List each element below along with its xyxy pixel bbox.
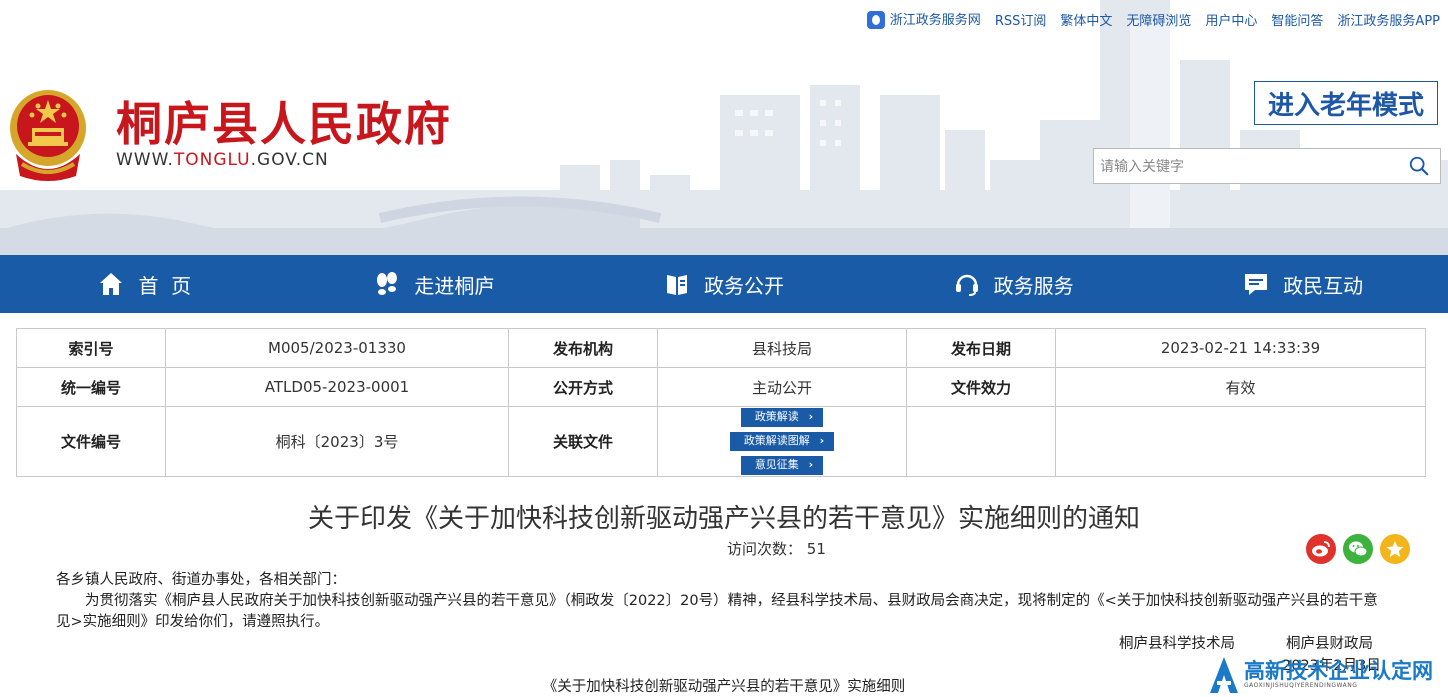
meta-value-related-files: 政策解读 政策解读图解 意见征集 bbox=[657, 406, 907, 477]
meta-key: 索引号 bbox=[16, 328, 166, 368]
zj-gov-app-link[interactable]: 浙江政务服务APP bbox=[1337, 10, 1440, 29]
visit-count: 访问次数： 51 bbox=[727, 538, 826, 559]
meta-key: 公开方式 bbox=[508, 367, 658, 407]
meta-key: 发布机构 bbox=[508, 328, 658, 368]
nav-item-about-tonglu[interactable]: 走进桐庐 bbox=[290, 255, 580, 313]
signature-bureau-finance: 桐庐县财政局 bbox=[1286, 636, 1373, 652]
nav-label: 政民互动 bbox=[1283, 273, 1364, 298]
meta-value-doc-no: 桐科〔2023〕3号 bbox=[165, 406, 509, 477]
document-meta-table: 索引号 M005/2023-01330 发布机构 县科技局 发布日期 2023-… bbox=[16, 328, 1426, 477]
visit-count-value: 51 bbox=[806, 540, 826, 558]
favorite-share-button[interactable] bbox=[1380, 534, 1410, 564]
share-buttons bbox=[1306, 534, 1410, 564]
salutation: 各乡镇人民政府、街道办事处，各相关部门： bbox=[56, 572, 346, 588]
headset-icon bbox=[955, 274, 978, 296]
rss-link[interactable]: RSS订阅 bbox=[995, 10, 1047, 29]
nav-label: 政务公开 bbox=[703, 273, 784, 298]
footprint-icon bbox=[377, 272, 398, 295]
accessibility-link[interactable]: 无障碍浏览 bbox=[1126, 10, 1191, 29]
site-url: WWW.TONGLU.GOV.CN bbox=[116, 150, 329, 170]
topbar-link-label: 浙江政务服务网 bbox=[889, 12, 981, 28]
nav-label: 政务服务 bbox=[993, 273, 1074, 298]
site-title[interactable]: 桐庐县人民政府 bbox=[116, 88, 452, 154]
main-nav: 首 页 走进桐庐 政务公开 政务服务 政民互动 bbox=[0, 255, 1448, 313]
weibo-icon bbox=[1312, 541, 1330, 557]
meta-value-validity: 有效 bbox=[1055, 367, 1426, 407]
article-body: 各乡镇人民政府、街道办事处，各相关部门： 为贯彻落实《桐庐县人民政府关于加快科技… bbox=[56, 570, 1386, 633]
related-files-list: 政策解读 政策解读图解 意见征集 bbox=[658, 407, 906, 476]
message-icon bbox=[1245, 274, 1268, 295]
article-title: 关于印发《关于加快科技创新驱动强产兴县的若干意见》实施细则的通知 bbox=[307, 504, 1140, 534]
weibo-share-button[interactable] bbox=[1306, 534, 1336, 564]
traditional-chinese-link[interactable]: 繁体中文 bbox=[1060, 10, 1112, 29]
star-icon bbox=[1386, 541, 1404, 557]
policy-interpretation-button[interactable]: 政策解读 bbox=[740, 408, 824, 427]
visit-count-label: 访问次数： bbox=[727, 540, 803, 558]
url-highlight: TONGLU bbox=[173, 150, 251, 170]
zj-gov-logo-icon bbox=[866, 11, 885, 30]
body-paragraph: 为贯彻落实《桐庐县人民政府关于加快科技创新驱动强产兴县的若干意见》（桐政发〔20… bbox=[56, 593, 1378, 630]
meta-value-date: 2023-02-21 14:33:39 bbox=[1055, 328, 1426, 368]
meta-key: 文件效力 bbox=[906, 367, 1056, 407]
table-row: 索引号 M005/2023-01330 发布机构 县科技局 发布日期 2023-… bbox=[16, 328, 1426, 368]
url-suffix: .GOV.CN bbox=[250, 150, 329, 170]
wechat-share-button[interactable] bbox=[1343, 534, 1373, 564]
watermark-text: 高新技术企业认定网 bbox=[1244, 659, 1433, 683]
url-prefix: WWW. bbox=[116, 150, 174, 170]
meta-value-publisher: 县科技局 bbox=[657, 328, 907, 368]
user-center-link[interactable]: 用户中心 bbox=[1205, 10, 1257, 29]
meta-value-index-no: M005/2023-01330 bbox=[165, 328, 509, 368]
meta-key: 文件编号 bbox=[16, 406, 166, 477]
zj-gov-service-link[interactable]: 浙江政务服务网 bbox=[866, 9, 981, 30]
meta-empty-cell bbox=[1055, 406, 1426, 477]
meta-value-unified-no: ATLD05-2023-0001 bbox=[165, 367, 509, 407]
smart-qa-link[interactable]: 智能问答 bbox=[1271, 10, 1323, 29]
watermark-subtext: GAOXINJISHUQIYERENDINGWANG bbox=[1244, 682, 1358, 689]
meta-value-open-mode: 主动公开 bbox=[657, 367, 907, 407]
nav-item-gov-affairs-open[interactable]: 政务公开 bbox=[579, 255, 869, 313]
watermark-logo-icon bbox=[1210, 656, 1238, 693]
elder-mode-button[interactable]: 进入老年模式 bbox=[1254, 81, 1438, 125]
search-icon[interactable] bbox=[1408, 155, 1430, 177]
home-icon bbox=[100, 273, 123, 295]
nav-item-public-interaction[interactable]: 政民互动 bbox=[1158, 255, 1448, 313]
nav-item-home[interactable]: 首 页 bbox=[0, 255, 290, 313]
opinion-solicitation-button[interactable]: 意见征集 bbox=[740, 456, 824, 475]
book-icon bbox=[666, 275, 687, 295]
meta-empty-cell bbox=[906, 406, 1056, 477]
search-box bbox=[1093, 148, 1441, 185]
top-utility-bar: 浙江政务服务网 RSS订阅 繁体中文 无障碍浏览 用户中心 智能问答 浙江政务服… bbox=[853, 8, 1440, 30]
meta-key: 关联文件 bbox=[508, 406, 658, 477]
meta-key: 统一编号 bbox=[16, 367, 166, 407]
nav-item-gov-services[interactable]: 政务服务 bbox=[869, 255, 1159, 313]
table-row: 文件编号 桐科〔2023〕3号 关联文件 政策解读 政策解读图解 意见征集 bbox=[16, 406, 1426, 477]
meta-key: 发布日期 bbox=[906, 328, 1056, 368]
signature-bureau-science: 桐庐县科学技术局 bbox=[1119, 636, 1235, 652]
watermark-text-block: 高新技术企业认定网 GAOXINJISHUQIYERENDINGWANG bbox=[1244, 660, 1433, 689]
site-watermark: 高新技术企业认定网 GAOXINJISHUQIYERENDINGWANG bbox=[1208, 652, 1448, 697]
table-row: 统一编号 ATLD05-2023-0001 公开方式 主动公开 文件效力 有效 bbox=[16, 367, 1426, 407]
policy-graphic-interpretation-button[interactable]: 政策解读图解 bbox=[729, 432, 835, 451]
nav-label: 首 页 bbox=[138, 273, 192, 298]
national-emblem-logo[interactable] bbox=[8, 84, 88, 186]
wechat-icon bbox=[1349, 541, 1368, 557]
site-header: 浙江政务服务网 RSS订阅 繁体中文 无障碍浏览 用户中心 智能问答 浙江政务服… bbox=[0, 0, 1448, 255]
nav-label: 走进桐庐 bbox=[414, 273, 495, 298]
search-input[interactable] bbox=[1094, 149, 1392, 185]
